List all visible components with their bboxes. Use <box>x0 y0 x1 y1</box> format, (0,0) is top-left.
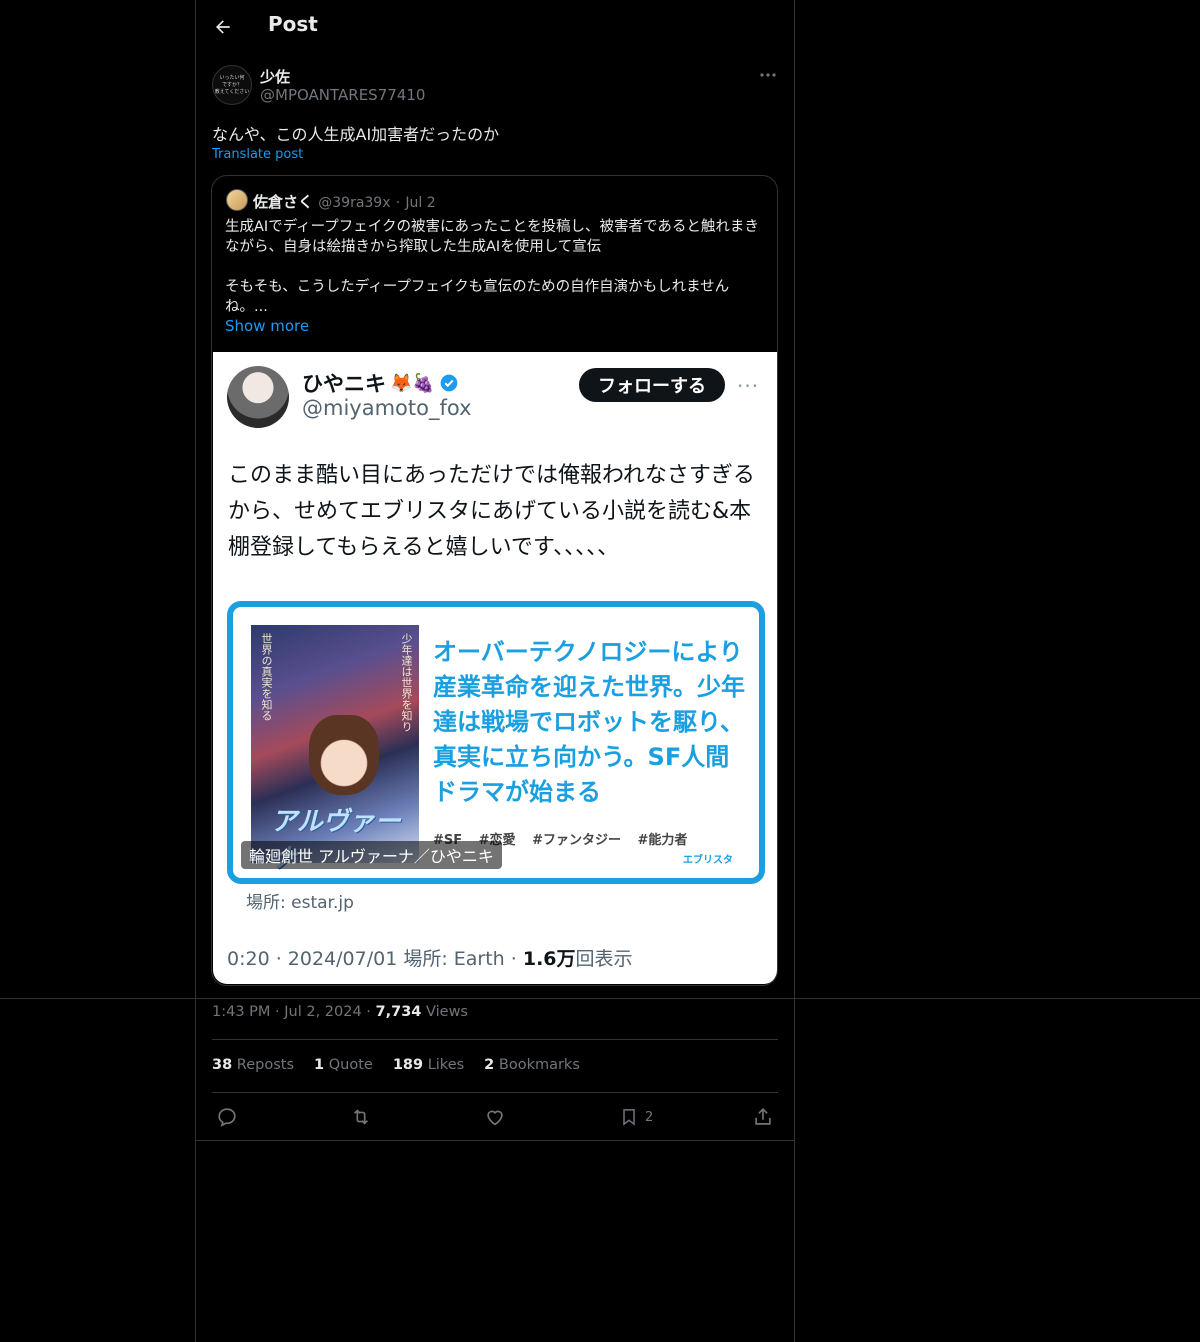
more-icon <box>760 73 776 77</box>
bookmarks-stat[interactable]: 2 Bookmarks <box>484 1057 580 1073</box>
quoted-name: 佐倉さく <box>253 193 314 211</box>
like-button[interactable] <box>484 1104 506 1130</box>
embedded-meta: 0:20 · 2024/07/01 場所: Earth · 1.6万回表示 <box>227 948 633 970</box>
cover-character <box>309 715 379 795</box>
book-card: 世界の真実を知る 少年達は世界を知り アルヴァーナ オーバーテクノロジーにより産… <box>227 601 765 884</box>
share-icon <box>755 1108 771 1125</box>
card-caption: 輪廻創世 アルヴァーナ／ひやニキ <box>241 841 502 869</box>
bookmark-count: 2 <box>645 1109 654 1125</box>
author-handle[interactable]: @MPOANTARES77410 <box>260 86 425 104</box>
quoted-avatar <box>226 189 248 211</box>
embedded-image[interactable]: ひやニキ 🦊🍇 @miyamoto_fox フォローする ··· このまま酷い目… <box>213 352 777 984</box>
engagement-stats: 38 Reposts 1 Quote 189 Likes 2 Bookmarks <box>212 1057 580 1073</box>
quoted-text: 生成AIでディープフェイクの被害にあったことを投稿し、被害者であると触れまきなが… <box>225 217 765 317</box>
embedded-avatar <box>227 366 289 428</box>
cover-side-text: 世界の真実を知る <box>260 633 273 721</box>
quoted-post[interactable]: 佐倉さく @39ra39x · Jul 2 生成AIでディープフェイクの被害にあ… <box>211 175 778 986</box>
heart-icon <box>487 1110 503 1126</box>
more-options-button[interactable] <box>756 64 780 86</box>
divider <box>212 1092 778 1093</box>
post-text: なんや、この人生成AI加害者だったのか <box>212 125 500 144</box>
repost-icon <box>353 1109 369 1125</box>
verified-badge-icon <box>440 374 458 392</box>
card-source: 場所: estar.jp <box>246 893 354 913</box>
embedded-handle: @miyamoto_fox <box>302 396 472 420</box>
quoted-paragraph: そもそも、こうしたディープフェイクも宣伝のための自作自演かもしれませんね。... <box>225 279 730 315</box>
divider <box>0 998 1200 999</box>
show-more-link[interactable]: Show more <box>225 317 309 335</box>
arrow-left-icon <box>216 20 230 34</box>
embedded-name: ひやニキ 🦊🍇 <box>302 368 459 398</box>
embedded-more-icon: ··· <box>737 374 760 398</box>
back-button[interactable] <box>210 14 236 40</box>
estar-logo: エブリスタ <box>683 855 733 866</box>
reply-icon <box>218 1108 236 1127</box>
book-cover: 世界の真実を知る 少年達は世界を知り アルヴァーナ <box>251 625 419 874</box>
bookmark-icon <box>623 1109 635 1126</box>
quoted-handle: @39ra39x <box>318 195 391 211</box>
reposts-stat[interactable]: 38 Reposts <box>212 1057 294 1073</box>
likes-stat[interactable]: 189 Likes <box>393 1057 464 1073</box>
quoted-paragraph: 生成AIでディープフェイクの被害にあったことを投稿し、被害者であると触れまきなが… <box>225 219 759 255</box>
page-title: Post <box>268 12 318 36</box>
bookmark-button[interactable]: 2 <box>619 1104 653 1130</box>
divider <box>212 1039 778 1040</box>
quoted-author: 佐倉さく @39ra39x · Jul 2 <box>253 191 436 212</box>
quotes-stat[interactable]: 1 Quote <box>314 1057 373 1073</box>
cover-side-text: 少年達は世界を知り <box>400 633 413 732</box>
translate-post-link[interactable]: Translate post <box>212 147 303 162</box>
views-count: 7,734 <box>375 1004 422 1020</box>
date-separator: · <box>395 195 401 211</box>
share-button[interactable] <box>752 1104 774 1130</box>
author-name[interactable]: 少佐 <box>260 66 290 87</box>
timestamp[interactable]: 1:43 PM · Jul 2, 2024 · <box>212 1004 376 1020</box>
embedded-text: このまま酷い目にあっただけでは俺報われなさすぎるから、せめてエブリスタにあげてい… <box>228 463 755 560</box>
repost-button[interactable] <box>350 1104 372 1130</box>
views-label: Views <box>421 1004 468 1020</box>
card-description: オーバーテクノロジーにより産業革命を迎えた世界。少年達は戦場でロボットを駆り、真… <box>433 638 745 806</box>
quoted-paragraph <box>225 257 765 277</box>
follow-button: フォローする <box>579 368 725 402</box>
emoji: 🦊🍇 <box>390 372 435 394</box>
divider <box>195 1140 795 1141</box>
avatar[interactable]: いったい何 ですか？ 教えてください <box>212 65 252 105</box>
reply-button[interactable] <box>216 1104 238 1130</box>
post-meta: 1:43 PM · Jul 2, 2024 · 7,734 Views <box>212 1004 468 1020</box>
quoted-date: Jul 2 <box>405 195 436 211</box>
